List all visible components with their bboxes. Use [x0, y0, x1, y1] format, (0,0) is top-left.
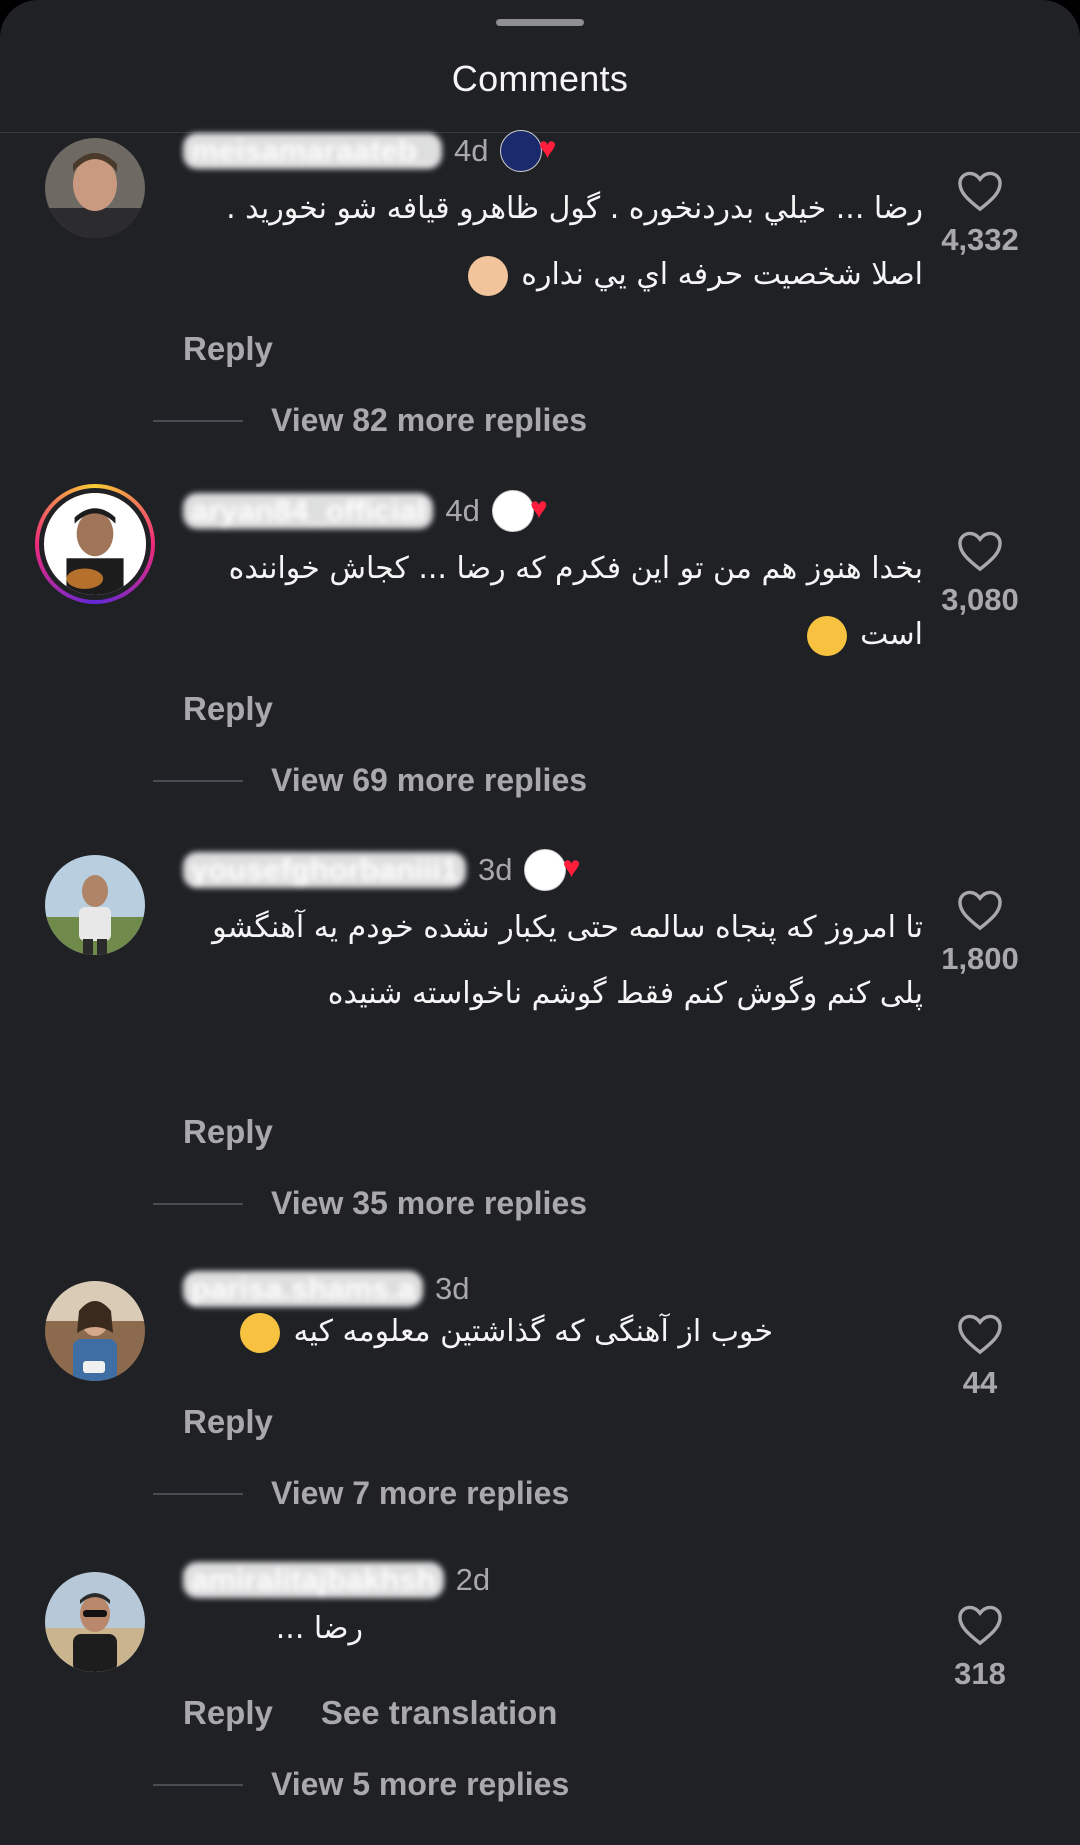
sheet-title: Comments	[451, 58, 629, 99]
like-control[interactable]: 44	[920, 1313, 1040, 1401]
like-count: 318	[954, 1656, 1006, 1691]
view-replies[interactable]: View 7 more replies	[153, 1475, 569, 1512]
heart-icon[interactable]	[957, 889, 1003, 931]
view-replies-label[interactable]: View 69 more replies	[271, 762, 587, 799]
like-control[interactable]: 4,332	[920, 170, 1040, 258]
creator-liked-badge: ♥	[491, 490, 548, 532]
comment-text: تا امروز که پنجاه سالمه حتی یکبار نشده خ…	[212, 910, 923, 1011]
thinking-face-emoji-icon	[806, 615, 847, 656]
heart-icon[interactable]	[957, 1313, 1003, 1355]
view-replies[interactable]: View 5 more replies	[153, 1766, 569, 1803]
avatar-story-ring[interactable]	[35, 484, 155, 604]
reply-button[interactable]: Reply	[183, 690, 273, 728]
view-replies-label[interactable]: View 5 more replies	[271, 1766, 569, 1803]
like-count: 44	[962, 1365, 998, 1400]
username[interactable]: yousefghorbaniii1	[183, 852, 466, 888]
timestamp: 4d	[445, 493, 480, 528]
comments-sheet: Comments meisamaraateb_ 4d ♥ رضا ... خيل…	[0, 0, 1080, 1845]
comment-actions: Reply	[183, 690, 273, 728]
avatar[interactable]	[45, 138, 145, 238]
view-replies-label[interactable]: View 82 more replies	[271, 402, 587, 439]
see-translation-button[interactable]: See translation	[321, 1694, 558, 1732]
like-count: 1,800	[941, 941, 1019, 976]
like-control[interactable]: 3,080	[920, 530, 1040, 618]
reply-button[interactable]: Reply	[183, 1403, 273, 1441]
creator-liked-badge: ♥	[500, 130, 556, 172]
ok-hand-emoji-icon	[467, 255, 508, 296]
like-count: 4,332	[941, 222, 1019, 257]
comment-actions: Reply	[183, 330, 273, 368]
comment-text: بخدا هنوز هم من تو اين فكرم كه رضا ... ك…	[183, 536, 923, 668]
comment-actions: Reply	[183, 1113, 273, 1151]
username[interactable]: aryan84_official	[183, 493, 434, 529]
username[interactable]: meisamaraateb_	[183, 133, 442, 169]
avatar[interactable]	[45, 1572, 145, 1672]
view-replies[interactable]: View 82 more replies	[153, 402, 587, 439]
comment-meta: amiralitajbakhsh 2d	[183, 1562, 490, 1598]
view-replies[interactable]: View 69 more replies	[153, 762, 587, 799]
comment-text: رضا ...	[275, 1611, 363, 1646]
view-replies-label[interactable]: View 7 more replies	[271, 1475, 569, 1512]
like-control[interactable]: 318	[920, 1604, 1040, 1692]
drag-handle[interactable]	[496, 19, 584, 26]
replies-divider-line	[153, 779, 243, 782]
creator-liked-badge: ♥	[524, 849, 580, 891]
heart-icon[interactable]	[957, 1604, 1003, 1646]
timestamp: 2d	[455, 1562, 491, 1597]
comment-text: رضا ... خيلي بدردنخوره . گول ظاهرو قيافه…	[183, 176, 923, 308]
timestamp: 4d	[454, 133, 489, 168]
replies-divider-line	[153, 419, 243, 422]
timestamp: 3d	[477, 852, 513, 887]
like-count: 3,080	[941, 582, 1019, 617]
reply-button[interactable]: Reply	[183, 1694, 273, 1732]
username[interactable]: amiralitajbakhsh	[183, 1562, 444, 1598]
replies-divider-line	[153, 1492, 243, 1495]
comment-meta: yousefghorbaniii1 3d ♥	[183, 849, 580, 891]
comment-actions: Reply	[183, 1403, 273, 1441]
reply-button[interactable]: Reply	[183, 330, 273, 368]
reply-button[interactable]: Reply	[183, 1113, 273, 1151]
comment-actions: Reply See translation	[183, 1694, 557, 1732]
comment-meta: meisamaraateb_ 4d ♥	[183, 130, 556, 172]
comment-meta: aryan84_official 4d ♥	[183, 490, 548, 532]
avatar[interactable]	[45, 1281, 145, 1381]
comment-text: خوب از آهنگی که گذاشتین معلومه کیه	[183, 1299, 773, 1365]
view-replies[interactable]: View 35 more replies	[153, 1185, 587, 1222]
heart-icon[interactable]	[957, 170, 1003, 212]
replies-divider-line	[153, 1783, 243, 1786]
heart-icon[interactable]	[957, 530, 1003, 572]
avatar[interactable]	[45, 855, 145, 955]
replies-divider-line	[153, 1202, 243, 1205]
view-replies-label[interactable]: View 35 more replies	[271, 1185, 587, 1222]
like-control[interactable]: 1,800	[920, 889, 1040, 977]
tears-of-joy-emoji-icon	[239, 1312, 280, 1353]
